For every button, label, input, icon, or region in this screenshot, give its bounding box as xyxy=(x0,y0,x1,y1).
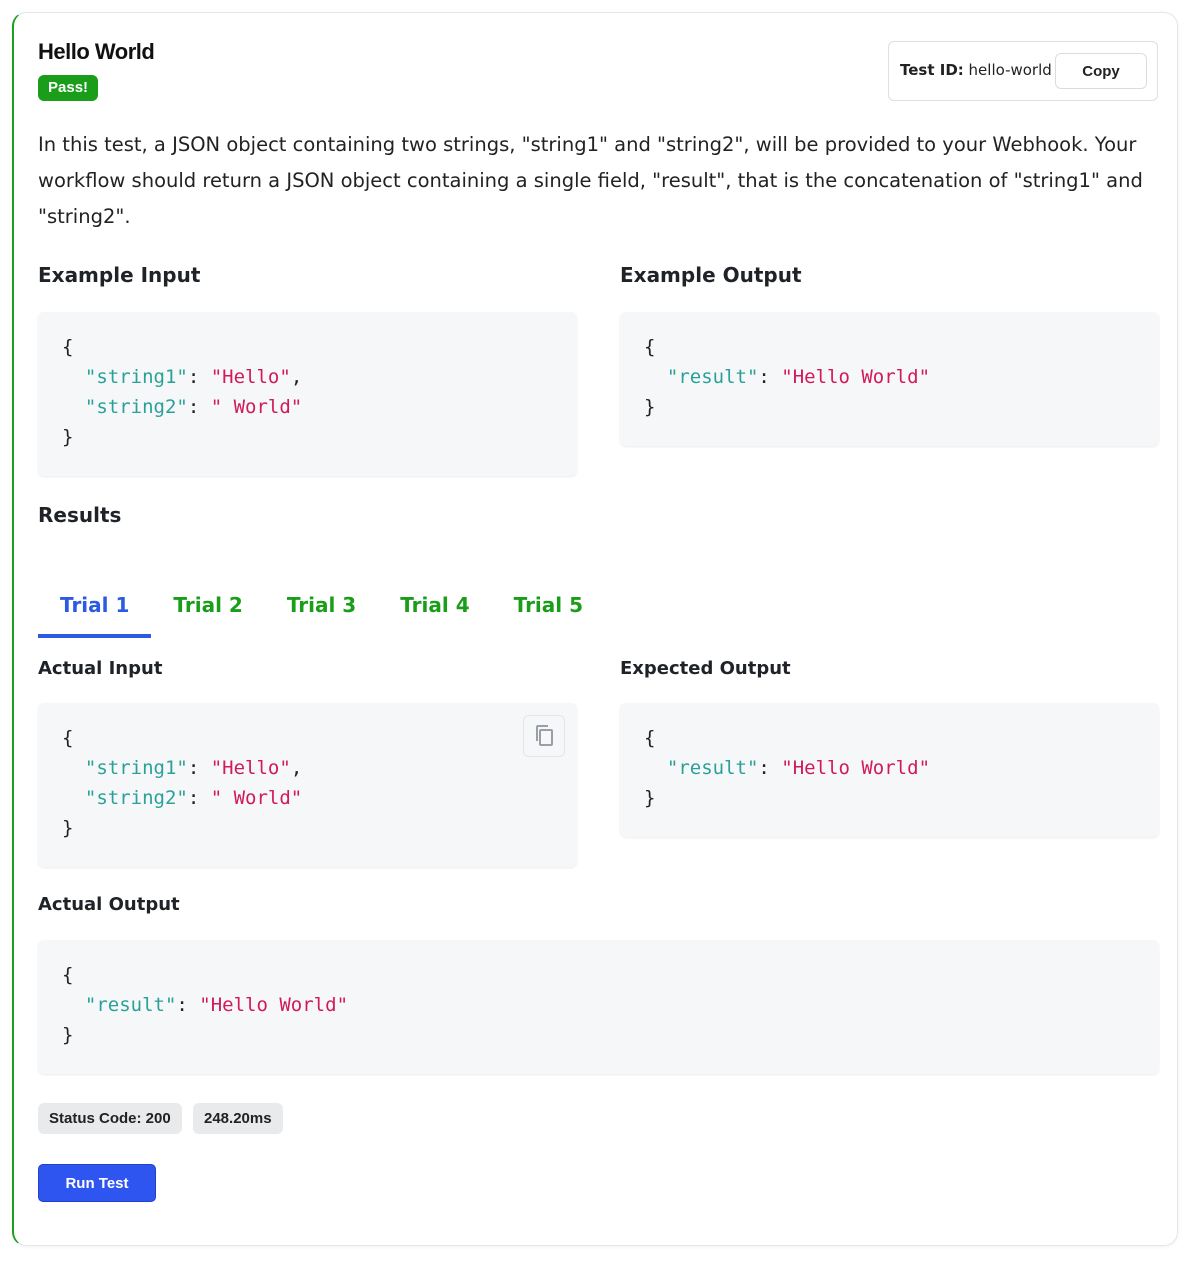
json-brace: } xyxy=(644,787,656,809)
json-value: "Hello World" xyxy=(199,994,349,1016)
json-brace: } xyxy=(62,1024,74,1046)
test-id-label: Test ID: xyxy=(900,61,964,79)
actual-input-heading: Actual Input xyxy=(38,658,163,679)
json-brace: } xyxy=(62,817,74,839)
duration-chip: 248.20ms xyxy=(193,1103,283,1134)
json-brace: } xyxy=(62,426,74,448)
json-value: "Hello" xyxy=(210,757,291,779)
json-value: "Hello World" xyxy=(781,366,931,388)
json-brace: { xyxy=(62,964,74,986)
status-code-chip: Status Code: 200 xyxy=(38,1103,182,1134)
example-input-code: { "string1": "Hello", "string2": " World… xyxy=(38,312,577,476)
json-value: "Hello" xyxy=(210,366,291,388)
test-description: In this test, a JSON object containing t… xyxy=(38,133,1143,228)
json-brace: { xyxy=(62,336,74,358)
test-id-text: Test ID: hello-world xyxy=(900,61,1052,79)
json-value: " World" xyxy=(210,396,303,418)
tab-trial-3[interactable]: Trial 3 xyxy=(265,573,378,637)
actual-output-heading: Actual Output xyxy=(38,894,180,915)
json-brace: { xyxy=(62,727,74,749)
json-value: "Hello World" xyxy=(781,757,931,779)
json-brace: { xyxy=(644,336,656,358)
test-title: Hello World xyxy=(38,39,155,64)
test-card: Hello World Pass! Test ID: hello-world C… xyxy=(12,12,1178,1246)
copy-icon xyxy=(536,725,553,746)
test-id-box: Test ID: hello-world Copy xyxy=(888,41,1158,101)
status-badge: Pass! xyxy=(38,75,99,101)
json-key: "string2" xyxy=(84,787,188,809)
expected-output-code: { "result": "Hello World"} xyxy=(620,703,1159,837)
results-heading: Results xyxy=(38,503,122,527)
json-key: "result" xyxy=(666,757,759,779)
example-input-heading: Example Input xyxy=(38,263,201,287)
run-test-button[interactable]: Run Test xyxy=(38,1164,156,1202)
tab-trial-1[interactable]: Trial 1 xyxy=(38,573,152,638)
actual-input-code: { "string1": "Hello", "string2": " World… xyxy=(38,703,577,867)
copy-input-button[interactable] xyxy=(523,715,565,757)
expected-output-heading: Expected Output xyxy=(620,658,791,679)
example-output-heading: Example Output xyxy=(620,263,802,287)
copy-test-id-button[interactable]: Copy xyxy=(1055,53,1147,89)
json-key: "string1" xyxy=(84,757,188,779)
json-key: "string1" xyxy=(84,366,188,388)
json-value: " World" xyxy=(210,787,303,809)
json-key: "result" xyxy=(666,366,759,388)
tab-trial-5[interactable]: Trial 5 xyxy=(492,573,605,637)
json-key: "result" xyxy=(84,994,177,1016)
example-output-code: { "result": "Hello World"} xyxy=(620,312,1159,446)
actual-output-code: { "result": "Hello World"} xyxy=(38,940,1159,1074)
trial-tabs: Trial 1 Trial 2 Trial 3 Trial 4 Trial 5 xyxy=(38,573,605,638)
tab-trial-2[interactable]: Trial 2 xyxy=(151,573,264,637)
tab-trial-4[interactable]: Trial 4 xyxy=(378,573,491,637)
json-key: "string2" xyxy=(84,396,188,418)
test-id-value: hello-world xyxy=(968,61,1052,79)
json-brace: } xyxy=(644,396,656,418)
json-brace: { xyxy=(644,727,656,749)
